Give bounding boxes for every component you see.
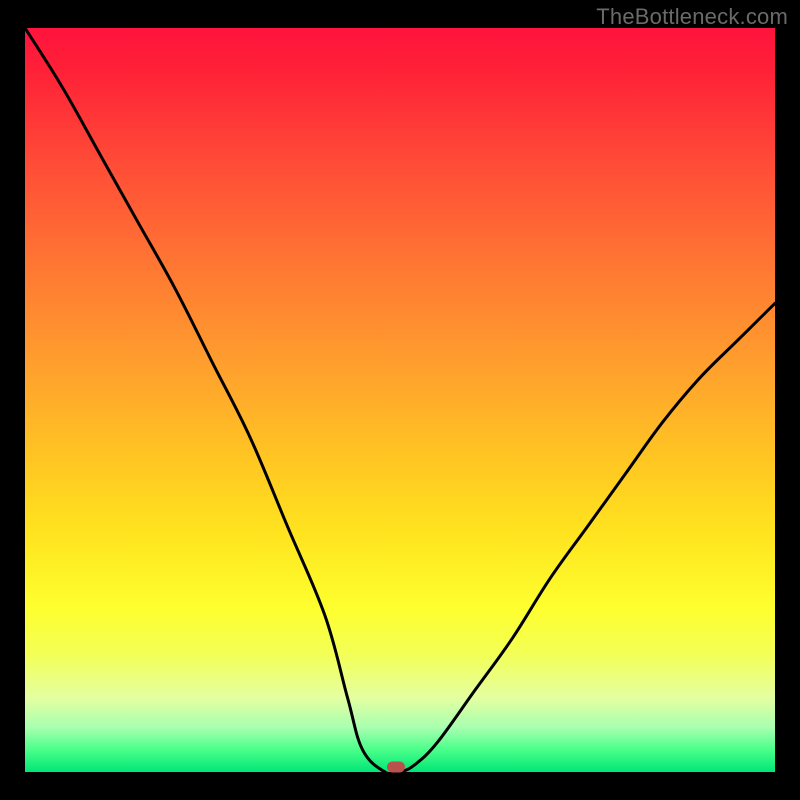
chart-frame: TheBottleneck.com [0,0,800,800]
plot-area [25,28,775,772]
bottleneck-curve [25,28,775,772]
curve-path [25,28,775,772]
watermark-text: TheBottleneck.com [596,4,788,30]
optimum-marker [387,761,405,772]
